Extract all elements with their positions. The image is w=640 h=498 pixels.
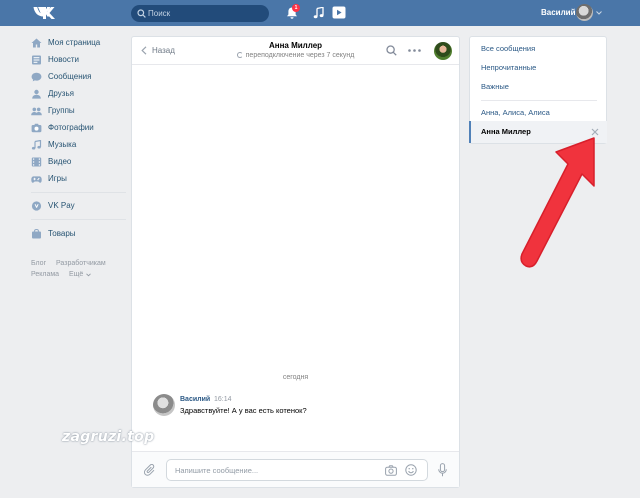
menu-item-my-page[interactable]: Моя страница xyxy=(31,36,126,50)
notification-badge: 1 xyxy=(292,4,300,12)
news-icon xyxy=(32,55,41,65)
menu-item-label: Игры xyxy=(48,174,67,183)
menu-item-friends[interactable]: Друзья xyxy=(31,87,126,101)
chat-status-text: переподключение через 7 секунд xyxy=(245,52,355,59)
search-placeholder: Поиск xyxy=(148,9,171,18)
groups-icon xyxy=(31,107,42,116)
footer-link-more[interactable]: Ещё xyxy=(69,270,83,279)
music-icon[interactable] xyxy=(313,7,324,19)
menu-item-vkpay[interactable]: VK Pay xyxy=(31,199,126,213)
chat-window: Назад Анна Миллер переподключение через … xyxy=(131,36,460,488)
music-icon xyxy=(31,140,42,150)
conversation-active-label: Анна Миллер xyxy=(481,127,531,136)
paperclip-icon[interactable] xyxy=(144,464,156,477)
message-text: Здравствуйте! А у вас есть котенок? xyxy=(180,406,307,415)
chevron-down-icon[interactable] xyxy=(596,11,602,15)
menu-item-label: Сообщения xyxy=(48,72,92,81)
menu-item-messages[interactable]: Сообщения xyxy=(31,70,126,84)
footer-link-blog[interactable]: Блог xyxy=(31,259,46,268)
video-icon[interactable] xyxy=(332,6,346,19)
message-time: 16:14 xyxy=(214,396,232,403)
chat-status: переподключение через 7 секунд xyxy=(132,52,459,59)
menu-item-label: Группы xyxy=(48,106,75,115)
menu-item-groups[interactable]: Группы xyxy=(31,104,126,118)
watermark: zagruzi.top xyxy=(62,429,155,445)
menu-item-video[interactable]: Видео xyxy=(31,155,126,169)
panel-divider xyxy=(481,100,597,101)
home-icon xyxy=(31,38,42,48)
compose-bar xyxy=(132,451,459,487)
microphone-icon[interactable] xyxy=(438,463,447,477)
user-name[interactable]: Василий xyxy=(541,8,576,17)
messages-filter-panel: Все сообщения Непрочитанные Важные Анна,… xyxy=(469,36,607,144)
filter-all-messages[interactable]: Все сообщения xyxy=(481,44,535,53)
message-input[interactable] xyxy=(175,464,375,476)
camera-icon[interactable] xyxy=(385,465,397,476)
message-author[interactable]: Василий xyxy=(180,396,210,403)
search-icon[interactable] xyxy=(386,45,397,56)
conversation-group-chat[interactable]: Анна, Алиса, Алиса xyxy=(481,108,550,117)
menu-item-label: Новости xyxy=(48,55,79,64)
menu-item-label: Музыка xyxy=(48,140,77,149)
menu-item-label: VK Pay xyxy=(48,201,75,210)
top-bar: Поиск 1 Василий xyxy=(0,0,640,26)
gamepad-icon xyxy=(31,176,42,183)
chevron-down-icon xyxy=(86,273,91,277)
vk-logo-icon[interactable] xyxy=(33,6,55,20)
annotation-arrow-icon xyxy=(520,137,595,268)
menu-item-goods[interactable]: Товары xyxy=(31,227,126,241)
search-icon xyxy=(137,9,146,18)
message-author-avatar[interactable] xyxy=(153,394,175,416)
friends-icon xyxy=(32,89,41,99)
menu-item-games[interactable]: Игры xyxy=(31,172,126,186)
search-box[interactable]: Поиск xyxy=(131,5,269,22)
vkpay-icon xyxy=(31,201,42,211)
smile-icon[interactable] xyxy=(405,464,417,476)
reconnect-spinner-icon xyxy=(236,52,243,58)
filter-important[interactable]: Важные xyxy=(481,82,509,91)
menu-item-label: Друзья xyxy=(48,89,74,98)
conversation-active[interactable]: Анна Миллер xyxy=(469,121,607,143)
menu-item-music[interactable]: Музыка xyxy=(31,138,126,152)
close-icon[interactable] xyxy=(591,128,599,136)
menu-item-news[interactable]: Новости xyxy=(31,53,126,67)
message-input-box[interactable] xyxy=(166,459,428,481)
menu-item-label: Видео xyxy=(48,157,72,166)
chat-header: Назад Анна Миллер переподключение через … xyxy=(132,37,459,65)
user-avatar[interactable] xyxy=(576,4,593,21)
bag-icon xyxy=(32,229,41,239)
menu-item-label: Моя страница xyxy=(48,38,101,47)
footer-link-developers[interactable]: Разработчикам xyxy=(56,259,106,268)
menu-divider xyxy=(31,219,126,220)
menu-item-label: Товары xyxy=(48,229,76,238)
messages-icon xyxy=(31,72,42,82)
filter-unread[interactable]: Непрочитанные xyxy=(481,63,536,72)
menu-item-label: Фотографии xyxy=(48,123,94,132)
date-divider: сегодня xyxy=(282,374,309,381)
film-icon xyxy=(31,157,42,167)
photos-icon xyxy=(31,123,42,133)
more-icon[interactable] xyxy=(408,49,421,52)
footer-link-ads[interactable]: Реклама xyxy=(31,270,59,279)
menu-item-photos[interactable]: Фотографии xyxy=(31,121,126,135)
contact-avatar[interactable] xyxy=(434,42,452,60)
menu-divider xyxy=(31,192,126,193)
